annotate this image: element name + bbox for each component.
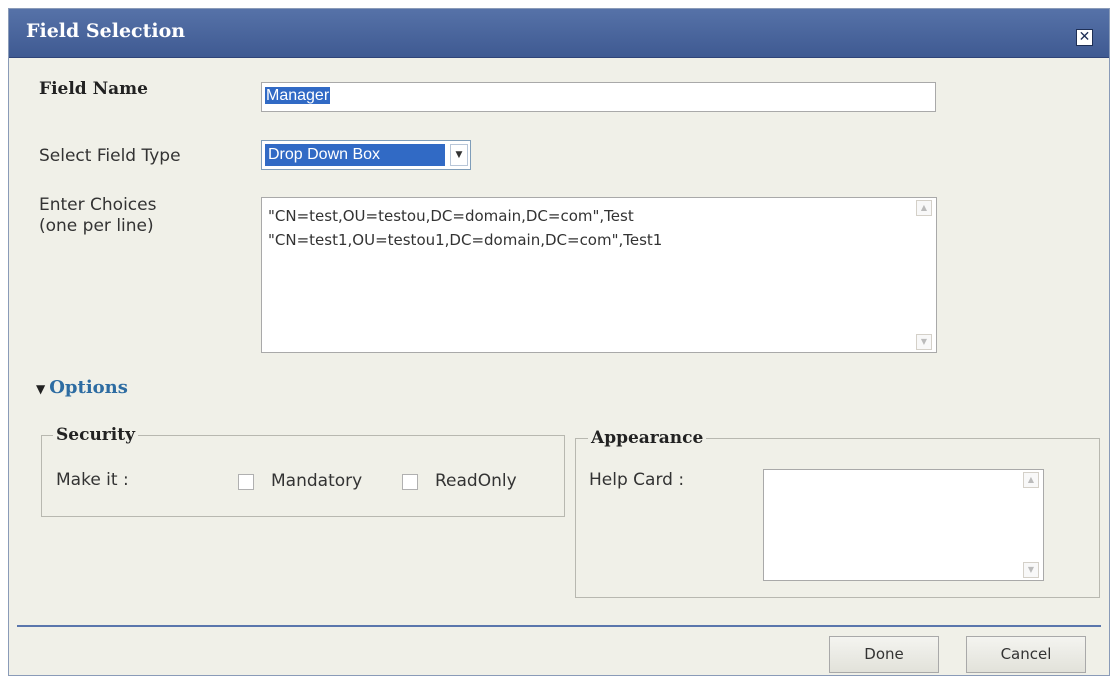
help-card-label: Help Card :: [589, 470, 685, 490]
cancel-button[interactable]: Cancel: [966, 636, 1086, 673]
make-it-label: Make it :: [56, 470, 129, 490]
dialog-title: Field Selection: [26, 20, 186, 42]
security-legend: Security: [53, 425, 138, 445]
field-name-input[interactable]: Manager: [261, 82, 936, 112]
options-toggle[interactable]: ▼ Options: [36, 377, 128, 398]
close-icon[interactable]: ✕: [1076, 29, 1093, 46]
scroll-up-icon[interactable]: ▲: [916, 200, 932, 216]
footer-separator: [17, 625, 1101, 627]
choices-scrollbar[interactable]: ▲ ▼: [916, 200, 934, 350]
field-type-select[interactable]: Drop Down Box ▼: [261, 140, 471, 170]
dialog-titlebar[interactable]: Field Selection ✕: [9, 9, 1109, 58]
scroll-up-icon[interactable]: ▲: [1023, 472, 1039, 488]
choices-content: "CN=test,OU=testou,DC=domain,DC=com",Tes…: [268, 207, 663, 249]
mandatory-checkbox[interactable]: [238, 474, 254, 490]
appearance-legend: Appearance: [588, 428, 707, 448]
readonly-checkbox[interactable]: [402, 474, 418, 490]
mandatory-label: Mandatory: [271, 471, 363, 491]
chevron-down-icon[interactable]: ▼: [450, 144, 468, 166]
options-toggle-label: Options: [49, 377, 128, 398]
choices-label-line1: Enter Choices: [39, 195, 157, 215]
help-card-scrollbar[interactable]: ▲ ▼: [1023, 472, 1041, 578]
help-card-textarea[interactable]: ▲ ▼: [763, 469, 1044, 581]
done-button[interactable]: Done: [829, 636, 939, 673]
choices-label-line2: (one per line): [39, 216, 154, 236]
field-selection-dialog: Field Selection ✕ Field Name Manager Sel…: [8, 8, 1110, 676]
field-name-label: Field Name: [39, 79, 148, 99]
choices-textarea[interactable]: "CN=test,OU=testou,DC=domain,DC=com",Tes…: [261, 197, 937, 353]
scroll-down-icon[interactable]: ▼: [916, 334, 932, 350]
triangle-down-icon: ▼: [36, 382, 46, 396]
readonly-label: ReadOnly: [435, 471, 517, 491]
scroll-down-icon[interactable]: ▼: [1023, 562, 1039, 578]
field-type-value: Drop Down Box: [265, 144, 445, 166]
field-name-value: Manager: [265, 87, 331, 104]
field-type-label: Select Field Type: [39, 146, 181, 166]
